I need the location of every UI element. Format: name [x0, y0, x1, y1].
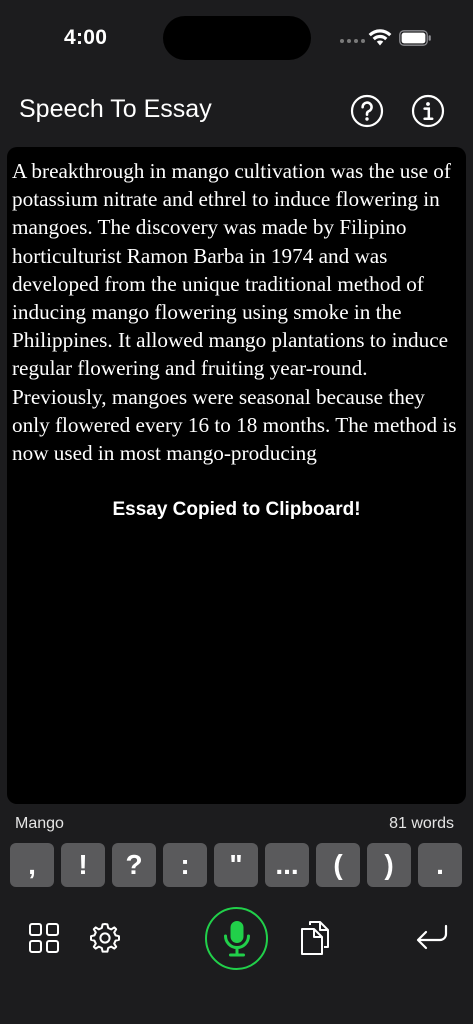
battery-icon — [399, 30, 431, 46]
punctuation-bar: , ! ? : " ... ( ) . — [10, 843, 465, 888]
grid-icon — [29, 923, 59, 953]
topic-label: Mango — [15, 815, 64, 832]
microphone-icon — [223, 920, 250, 956]
gear-icon — [90, 923, 120, 953]
punct-key-quote[interactable]: " — [214, 843, 258, 887]
app-title: Speech To Essay — [19, 95, 212, 123]
settings-button[interactable] — [88, 921, 122, 960]
info-button[interactable] — [411, 94, 445, 128]
return-icon — [416, 924, 448, 950]
punct-key-period[interactable]: . — [418, 843, 462, 887]
punct-key-open-paren[interactable]: ( — [316, 843, 360, 887]
wifi-icon — [368, 29, 392, 46]
essay-text: A breakthrough in mango cultivation was … — [12, 159, 457, 466]
status-time: 4:00 — [64, 26, 108, 49]
punct-key-comma[interactable]: , — [10, 843, 54, 887]
copy-button[interactable] — [298, 919, 334, 962]
punct-key-colon[interactable]: : — [163, 843, 207, 887]
essay-text-area[interactable]: A breakthrough in mango cultivation was … — [7, 147, 466, 804]
punct-key-question[interactable]: ? — [112, 843, 156, 887]
cellular-signal-icon — [340, 39, 365, 43]
grid-button[interactable] — [28, 922, 60, 959]
copy-icon — [301, 921, 329, 955]
question-circle-icon — [350, 94, 384, 128]
word-count: 81 words — [389, 815, 454, 832]
info-circle-icon — [411, 94, 445, 128]
copied-toast: Essay Copied to Clipboard! — [112, 499, 361, 520]
punct-key-exclamation[interactable]: ! — [61, 843, 105, 887]
help-button[interactable] — [350, 94, 384, 128]
record-button[interactable] — [205, 907, 268, 970]
dynamic-island — [163, 16, 311, 60]
status-bar: 4:00 — [0, 0, 473, 76]
punct-key-ellipsis[interactable]: ... — [265, 843, 309, 887]
return-button[interactable] — [414, 922, 450, 959]
punct-key-close-paren[interactable]: ) — [367, 843, 411, 887]
